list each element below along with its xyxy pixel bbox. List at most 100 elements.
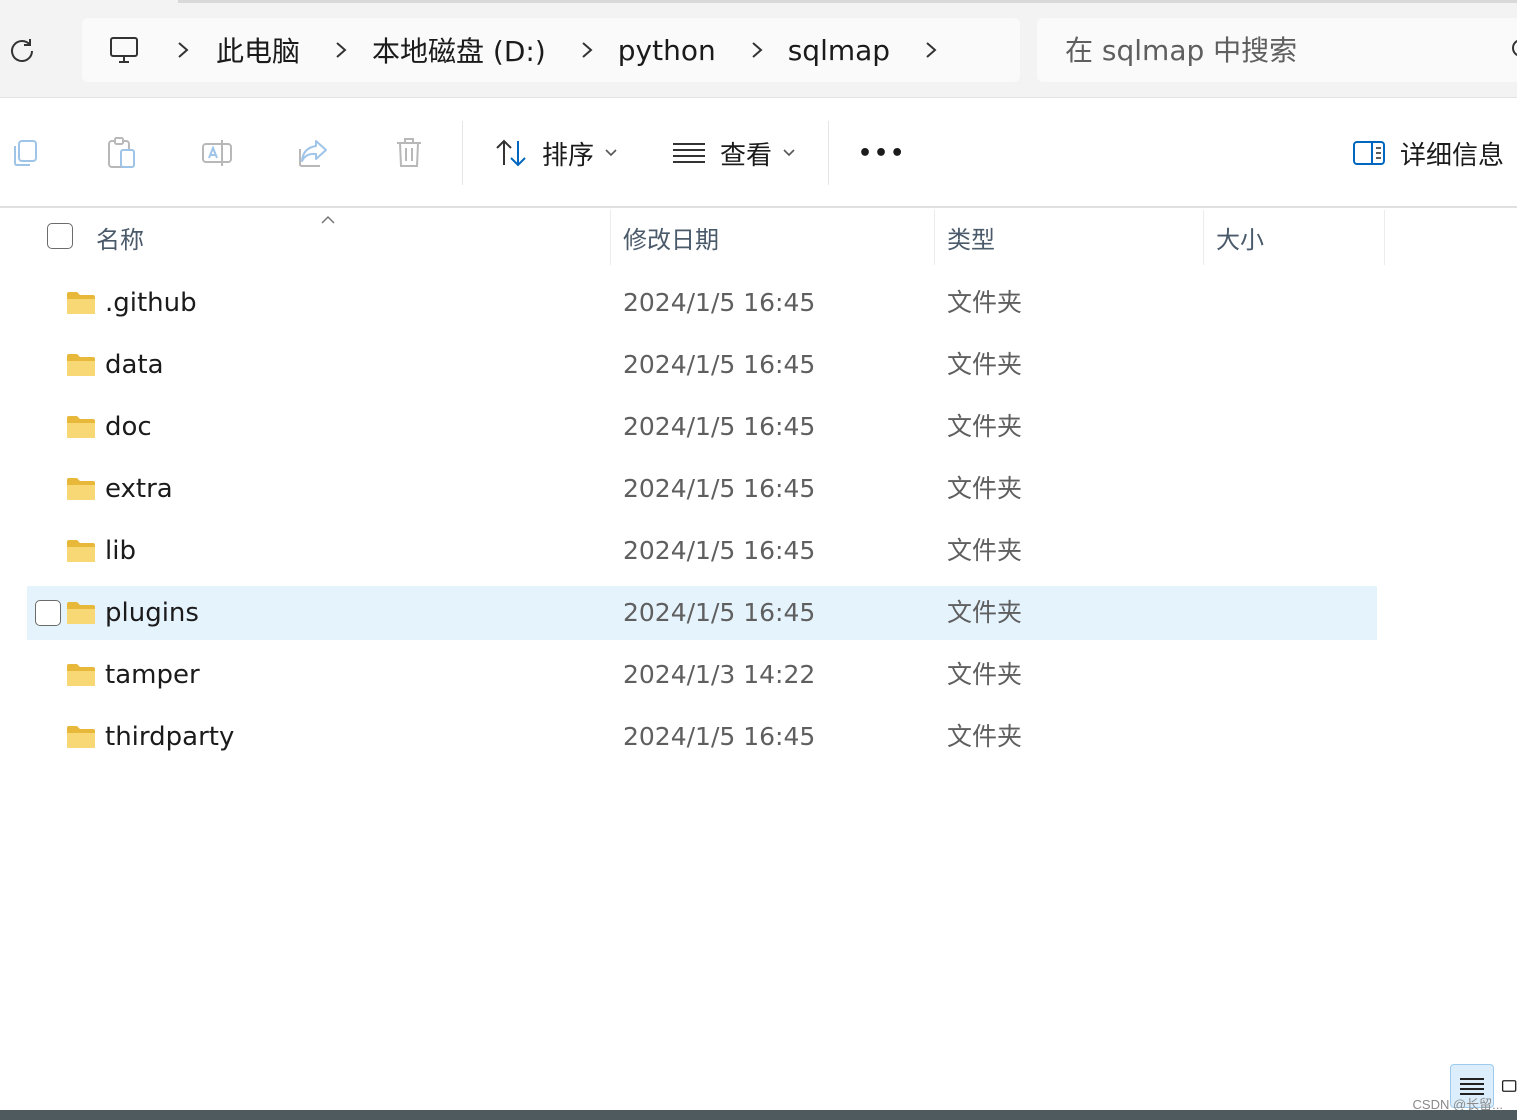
file-name: thirdparty bbox=[105, 722, 235, 752]
delete-icon bbox=[397, 138, 421, 167]
file-modified: 2024/1/5 16:45 bbox=[623, 288, 816, 317]
column-separator[interactable] bbox=[610, 210, 611, 265]
chevron-right-icon[interactable] bbox=[576, 39, 598, 61]
file-modified: 2024/1/5 16:45 bbox=[623, 412, 816, 441]
file-type: 文件夹 bbox=[947, 474, 1023, 503]
folder-icon bbox=[67, 540, 95, 562]
toolbar-divider bbox=[828, 121, 829, 185]
refresh-button[interactable] bbox=[2, 30, 42, 70]
file-row[interactable]: lib 2024/1/5 16:45 文件夹 bbox=[27, 524, 1377, 578]
file-type: 文件夹 bbox=[947, 412, 1023, 441]
breadcrumb-item-local-disk[interactable]: 本地磁盘 (D:) bbox=[372, 30, 546, 70]
copy-button[interactable] bbox=[5, 133, 45, 173]
chevron-right-icon[interactable] bbox=[330, 39, 352, 61]
view-icon bbox=[673, 143, 705, 163]
column-header-row: 名称 修改日期 类型 大小 bbox=[0, 210, 1517, 265]
command-bar: 排序 查看 ••• 详细信息 bbox=[0, 99, 1517, 208]
paste-icon bbox=[108, 137, 135, 168]
folder-icon bbox=[67, 416, 95, 438]
refresh-icon bbox=[11, 39, 33, 62]
view-button[interactable]: 查看 bbox=[672, 129, 796, 177]
copy-icon bbox=[14, 140, 37, 166]
file-name: tamper bbox=[105, 660, 200, 690]
breadcrumb[interactable]: 此电脑 本地磁盘 (D:) python sqlmap bbox=[82, 18, 1020, 82]
file-row-selected[interactable]: plugins 2024/1/5 16:45 文件夹 bbox=[27, 586, 1377, 640]
taskbar-edge bbox=[0, 1110, 1517, 1120]
folder-icon bbox=[67, 354, 95, 376]
window-top-border bbox=[178, 0, 1517, 3]
computer-icon[interactable] bbox=[104, 30, 144, 70]
select-all-checkbox[interactable] bbox=[47, 223, 73, 249]
column-header-type[interactable]: 类型 bbox=[947, 210, 1202, 265]
sort-ascending-icon bbox=[320, 210, 336, 229]
file-type: 文件夹 bbox=[947, 536, 1023, 565]
file-modified: 2024/1/5 16:45 bbox=[623, 350, 816, 379]
column-separator[interactable] bbox=[934, 210, 935, 265]
details-pane-button[interactable]: 详细信息 bbox=[1352, 129, 1504, 177]
details-pane-icon bbox=[1353, 141, 1385, 165]
file-modified: 2024/1/5 16:45 bbox=[623, 722, 816, 751]
delete-button[interactable] bbox=[389, 133, 429, 173]
breadcrumb-item-this-pc[interactable]: 此电脑 bbox=[216, 30, 300, 70]
column-header-date[interactable]: 修改日期 bbox=[623, 210, 933, 265]
column-name-label: 名称 bbox=[96, 226, 144, 254]
sort-button[interactable]: 排序 bbox=[494, 129, 618, 177]
file-name: extra bbox=[105, 474, 173, 504]
file-type: 文件夹 bbox=[947, 660, 1023, 689]
file-row[interactable]: data 2024/1/5 16:45 文件夹 bbox=[27, 338, 1377, 392]
file-row[interactable]: tamper 2024/1/3 14:22 文件夹 bbox=[27, 648, 1377, 702]
column-size-label: 大小 bbox=[1216, 226, 1264, 254]
chevron-right-icon[interactable] bbox=[172, 39, 194, 61]
chevron-down-icon bbox=[782, 148, 796, 158]
folder-icon bbox=[67, 292, 95, 314]
rename-button[interactable] bbox=[197, 133, 237, 173]
share-icon bbox=[299, 140, 327, 167]
file-modified: 2024/1/5 16:45 bbox=[623, 474, 816, 503]
file-row[interactable]: extra 2024/1/5 16:45 文件夹 bbox=[27, 462, 1377, 516]
file-type: 文件夹 bbox=[947, 288, 1023, 317]
folder-icon bbox=[67, 602, 95, 624]
details-label: 详细信息 bbox=[1400, 140, 1505, 171]
file-name: data bbox=[105, 350, 164, 380]
search-input[interactable] bbox=[1065, 33, 1465, 67]
column-separator[interactable] bbox=[1384, 210, 1385, 265]
rename-icon bbox=[202, 140, 232, 166]
file-type: 文件夹 bbox=[947, 598, 1023, 627]
toolbar-divider bbox=[462, 121, 463, 185]
share-button[interactable] bbox=[293, 133, 333, 173]
paste-button[interactable] bbox=[101, 133, 141, 173]
file-modified: 2024/1/5 16:45 bbox=[623, 536, 816, 565]
column-date-label: 修改日期 bbox=[623, 226, 719, 254]
file-row[interactable]: .github 2024/1/5 16:45 文件夹 bbox=[27, 276, 1377, 330]
more-icon: ••• bbox=[858, 140, 907, 166]
chevron-right-icon[interactable] bbox=[920, 39, 942, 61]
folder-icon bbox=[67, 726, 95, 748]
file-row[interactable]: doc 2024/1/5 16:45 文件夹 bbox=[27, 400, 1377, 454]
folder-icon bbox=[67, 478, 95, 500]
search-icon[interactable] bbox=[1505, 38, 1517, 62]
view-label: 查看 bbox=[720, 140, 773, 171]
column-separator[interactable] bbox=[1203, 210, 1204, 265]
column-header-size[interactable]: 大小 bbox=[1216, 210, 1381, 265]
column-type-label: 类型 bbox=[947, 226, 995, 254]
file-name: lib bbox=[105, 536, 136, 566]
column-header-name[interactable]: 名称 bbox=[96, 210, 610, 265]
address-bar-row: 此电脑 本地磁盘 (D:) python sqlmap bbox=[0, 0, 1517, 98]
file-modified: 2024/1/5 16:45 bbox=[623, 598, 816, 627]
file-type: 文件夹 bbox=[947, 722, 1023, 751]
breadcrumb-item-python[interactable]: python bbox=[618, 34, 716, 67]
chevron-down-icon bbox=[604, 148, 618, 158]
breadcrumb-item-sqlmap[interactable]: sqlmap bbox=[788, 34, 890, 67]
file-type: 文件夹 bbox=[947, 350, 1023, 379]
folder-icon bbox=[67, 664, 95, 686]
chevron-right-icon[interactable] bbox=[746, 39, 768, 61]
file-row[interactable]: thirdparty 2024/1/5 16:45 文件夹 bbox=[27, 710, 1377, 764]
sort-label: 排序 bbox=[542, 140, 595, 171]
more-options-button[interactable]: ••• bbox=[858, 129, 906, 177]
file-modified: 2024/1/3 14:22 bbox=[623, 660, 816, 689]
file-name: .github bbox=[105, 288, 197, 318]
file-name: doc bbox=[105, 412, 152, 442]
search-box[interactable] bbox=[1037, 18, 1517, 82]
row-checkbox[interactable] bbox=[35, 600, 61, 626]
sort-icon bbox=[496, 139, 526, 167]
